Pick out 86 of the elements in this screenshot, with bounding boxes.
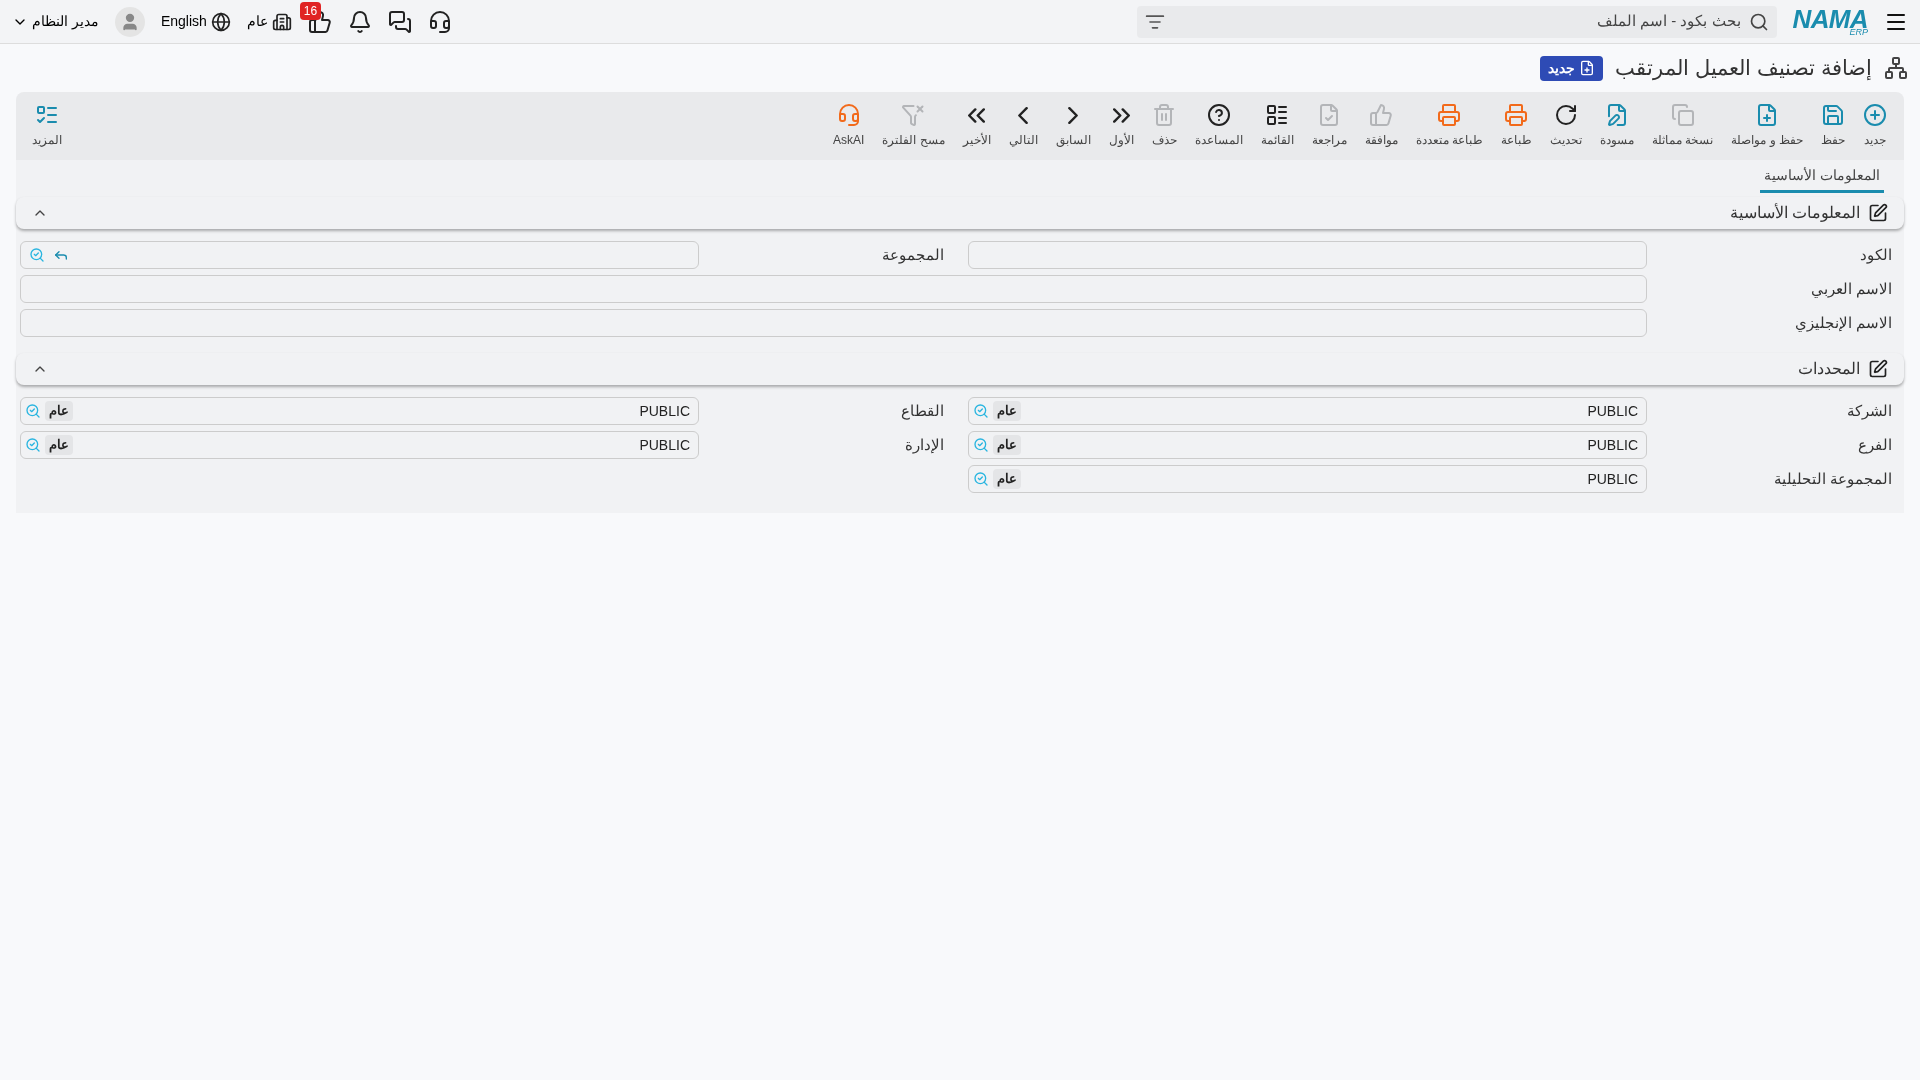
toolbar-button[interactable]: القائمة [1251,96,1303,156]
help-icon [1206,103,1231,127]
text-field[interactable] [20,309,1647,337]
section-header[interactable]: المحددات [16,353,1904,385]
search-icon[interactable] [973,403,989,419]
field-value: PUBLIC [1587,435,1638,455]
section-title: المعلومات الأساسية [1729,202,1860,224]
text-field[interactable] [968,241,1647,269]
company-label[interactable]: عام [246,11,268,32]
toolbar-button[interactable]: تحديث [1541,96,1591,156]
headset-icon[interactable] [427,9,452,34]
search-input[interactable]: بحث بكود - اسم الملف [1172,10,1741,33]
toolbar-button[interactable]: طباعة متعددة [1406,96,1492,156]
field-label: الاسم الإنجليزي [1793,312,1893,334]
search-field[interactable]: بحث بكود - اسم الملف [1136,5,1777,38]
user-name[interactable]: مدير النظام [32,11,99,32]
field-value: PUBLIC [1587,401,1638,421]
toolbar-button[interactable]: الأخير [953,96,1000,156]
chevron-left-icon [1018,106,1029,124]
filter-clear-icon [901,103,926,127]
notification-badge: 16 [299,1,322,20]
chat-icon[interactable] [387,9,412,34]
page-title: إضافة تصنيف العميل المرتقب [1615,55,1872,83]
add-icon [1863,103,1887,127]
toolbar-button[interactable]: التالي [999,96,1047,156]
value-tag: عام [45,435,73,455]
trash-icon [1152,103,1177,127]
toolbar-button[interactable]: المساعدة [1185,96,1252,156]
printer-icon [1504,103,1529,127]
double-chevron-left-icon [968,107,986,123]
field-label: المجموعة التحليلية [1772,468,1893,490]
text-field[interactable] [20,275,1647,303]
field-label: الشركة [1846,400,1893,422]
field-value: PUBLIC [639,435,690,455]
printer-icon [1437,103,1462,127]
building-icon[interactable] [271,11,292,32]
section-title: المحددات [1798,359,1860,379]
edit-icon [1868,359,1888,379]
field-value: PUBLIC [1587,469,1638,489]
copy-icon [1670,103,1695,127]
tree-icon [1884,56,1908,80]
search-icon[interactable] [29,247,45,263]
headset-icon [836,103,861,127]
logo-subtitle: ERP [1849,28,1868,37]
field-label: المجموعة [881,244,945,266]
search-icon[interactable] [25,437,41,453]
tab[interactable]: المعلومات الأساسية [1760,164,1884,193]
search-icon[interactable] [973,437,989,453]
file-plus-icon [1579,60,1596,76]
edit-icon [1868,203,1888,223]
double-chevron-right-icon [1112,107,1130,123]
toolbar-button[interactable]: الأول [1099,96,1143,156]
toolbar-button[interactable]: حفظ [1812,96,1854,156]
section-header[interactable]: المعلومات الأساسية [16,197,1904,229]
list-icon [1265,103,1290,127]
globe-icon[interactable] [210,11,231,32]
file-edit-icon [1605,103,1629,127]
field-label: الإدارة [904,434,945,456]
field-label: الاسم العربي [1809,278,1893,300]
language-link[interactable]: English [160,11,207,32]
field-value: PUBLIC [639,401,690,421]
value-tag: عام [993,401,1021,421]
toolbar-button[interactable]: حفظ و مواصلة [1722,96,1812,156]
search-icon [1748,11,1769,32]
field-label: القطاع [900,400,945,422]
lookup-field[interactable] [20,241,699,269]
search-icon[interactable] [973,471,989,487]
value-tag: عام [45,401,73,421]
toolbar-button[interactable]: السابق [1046,96,1100,156]
toolbar-button[interactable]: AskAI [823,96,874,156]
avatar[interactable] [114,6,145,37]
refresh-icon [1554,103,1578,127]
toolbar-button[interactable]: مسودة [1591,96,1643,156]
save-icon [1821,103,1845,127]
toolbar-button[interactable]: جديد [1854,96,1896,156]
chevron-right-icon [1068,106,1079,124]
field-label: الكود [1859,244,1893,266]
search-icon[interactable] [25,403,41,419]
value-tag: عام [993,435,1021,455]
bell-icon[interactable] [347,9,372,34]
status-badge: جديد [1540,55,1604,81]
more-button[interactable]: المزيد [24,96,70,156]
value-tag: عام [993,469,1021,489]
field-label: الفرع [1857,434,1893,456]
thumbs-up-icon [1369,103,1394,127]
toolbar-button[interactable]: طباعة [1492,96,1541,156]
